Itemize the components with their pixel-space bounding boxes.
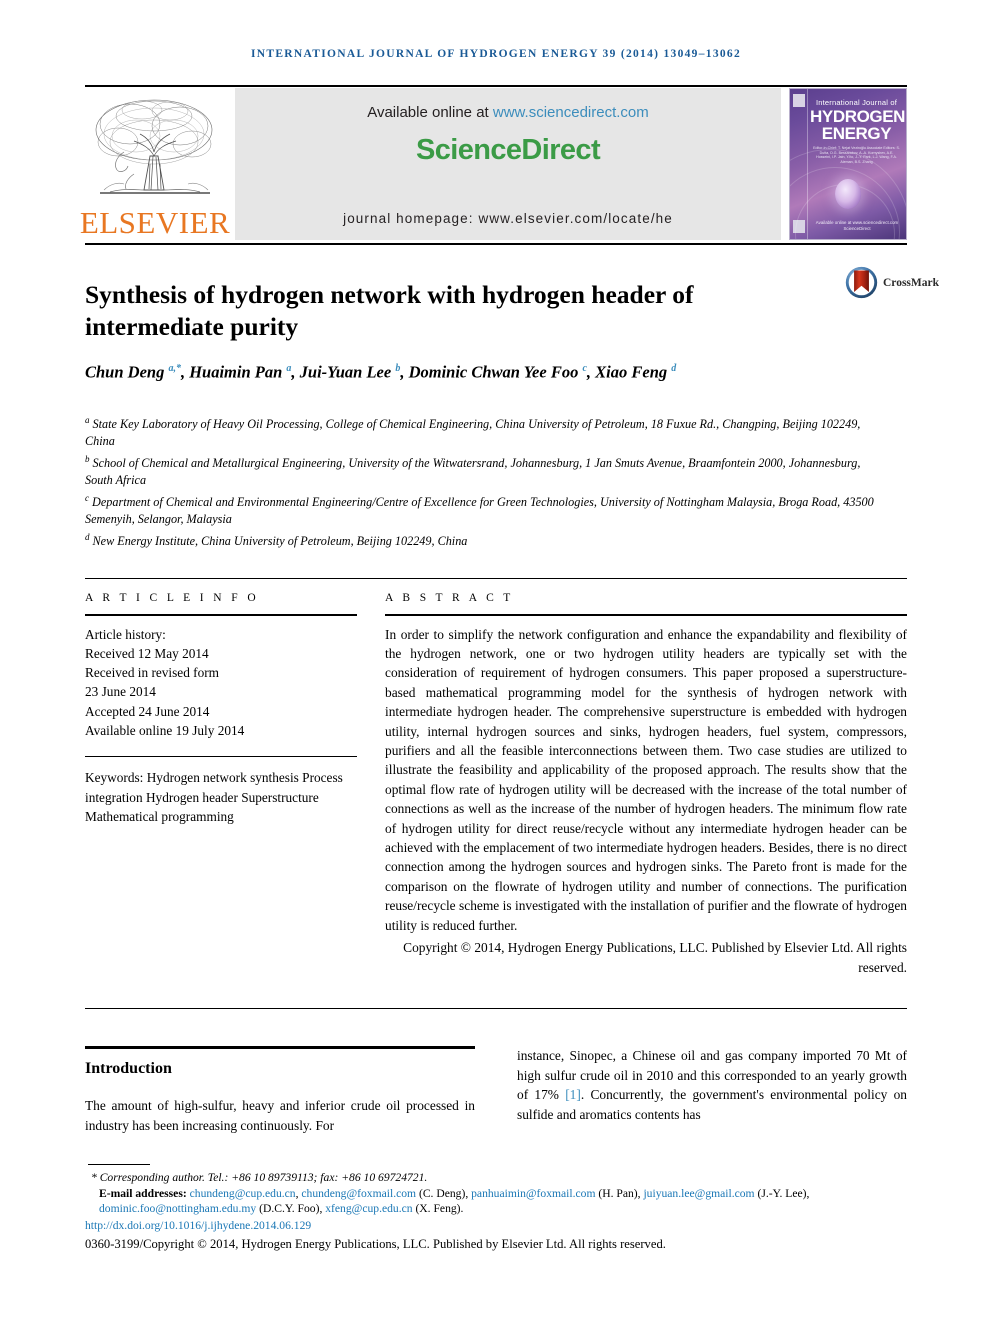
- sciencedirect-wordmark: ScienceDirect: [415, 134, 601, 166]
- abstract-section: A B S T R A C T In order to simplify the…: [385, 592, 907, 977]
- doi-link[interactable]: http://dx.doi.org/10.1016/j.ijhydene.201…: [85, 1218, 907, 1234]
- masthead: ELSEVIER Available online at www.science…: [80, 88, 907, 240]
- journal-cover-thumbnail: International Journal of HYDROGEN ENERGY…: [789, 88, 907, 240]
- footnote-block: * Corresponding author. Tel.: +86 10 897…: [85, 1170, 907, 1253]
- history-accepted: Accepted 24 June 2014: [85, 703, 210, 719]
- article-history-label: Article history:: [85, 626, 166, 642]
- article-info-rule: [85, 614, 357, 616]
- elsevier-tree-icon: [95, 99, 213, 194]
- abstract-rule: [385, 614, 907, 616]
- affiliation-b: b School of Chemical and Metallurgical E…: [85, 453, 861, 488]
- affiliation-a: a State Key Laboratory of Heavy Oil Proc…: [85, 415, 861, 449]
- body-column-right: instance, Sinopec, a Chinese oil and gas…: [517, 1046, 907, 1124]
- article-history-block: Article history: Received 12 May 2014 Re…: [85, 625, 357, 741]
- history-revised-date: 23 June 2014: [85, 684, 156, 700]
- cover-sciencedirect-note: Available online at www.sciencedirect.co…: [815, 220, 899, 231]
- masthead-bottom-rule: [85, 243, 907, 245]
- cover-elsevier-mark-icon: [793, 94, 805, 107]
- crossmark-badge[interactable]: CrossMark: [845, 266, 939, 299]
- keywords-block: Keywords: Hydrogen network synthesis Pro…: [85, 768, 357, 826]
- keywords-rule: [85, 756, 357, 758]
- introduction-paragraph-right: instance, Sinopec, a Chinese oil and gas…: [517, 1046, 907, 1124]
- crossmark-label: CrossMark: [883, 276, 940, 289]
- sciencedirect-banner: Available online at www.sciencedirect.co…: [235, 88, 781, 240]
- affiliation-list: a State Key Laboratory of Heavy Oil Proc…: [85, 412, 875, 550]
- sciencedirect-url-link[interactable]: www.sciencedirect.com: [493, 104, 649, 121]
- crossmark-icon: [845, 266, 878, 299]
- elsevier-wordmark: ELSEVIER: [79, 205, 231, 240]
- email-addresses-label: E-mail addresses:: [99, 1186, 187, 1200]
- issn-copyright-line: 0360-3199/Copyright © 2014, Hydrogen Ene…: [85, 1237, 666, 1252]
- running-head: INTERNATIONAL JOURNAL OF HYDROGEN ENERGY…: [250, 48, 742, 60]
- introduction-heading: Introduction: [85, 1060, 172, 1077]
- keyword-item: Superstructure: [241, 789, 319, 805]
- paper-page: INTERNATIONAL JOURNAL OF HYDROGEN ENERGY…: [0, 0, 992, 1323]
- cover-editors-text: Editor-in-Chief: T. Nejat Veziroğlu Asso…: [813, 146, 900, 164]
- info-section-top-rule: [85, 578, 907, 579]
- abstract-copyright: Copyright © 2014, Hydrogen Energy Public…: [403, 940, 907, 975]
- email-addresses-line: E-mail addresses: chundeng@cup.edu.cn, c…: [85, 1186, 907, 1217]
- citation-link-1[interactable]: [1]: [565, 1087, 581, 1102]
- history-revised-label: Received in revised form: [85, 665, 220, 681]
- corresponding-author-note: * Corresponding author. Tel.: +86 10 897…: [91, 1171, 428, 1184]
- body-column-left: Introduction The amount of high-sulfur, …: [85, 1046, 475, 1135]
- abstract-bottom-rule: [85, 1008, 907, 1009]
- abstract-heading: A B S T R A C T: [385, 592, 514, 604]
- introduction-paragraph-left: The amount of high-sulfur, heavy and inf…: [85, 1098, 475, 1133]
- available-online-text: Available online at: [367, 104, 493, 121]
- available-online-line: Available online at www.sciencedirect.co…: [367, 104, 649, 121]
- elsevier-logo: ELSEVIER: [80, 88, 230, 240]
- abstract-body: In order to simplify the network configu…: [385, 626, 907, 933]
- journal-homepage-line[interactable]: journal homepage: www.elsevier.com/locat…: [235, 211, 781, 226]
- history-received: Received 12 May 2014: [85, 645, 209, 661]
- keywords-label: Keywords:: [85, 770, 144, 786]
- history-available-online: Available online 19 July 2014: [85, 723, 245, 739]
- cover-title-hydrogen: HYDROGEN: [810, 107, 906, 126]
- article-info-heading: A R T I C L E I N F O: [85, 592, 260, 604]
- keyword-item: Hydrogen header: [145, 789, 238, 805]
- header-rule: [85, 85, 907, 87]
- page-title: Synthesis of hydrogen network with hydro…: [85, 280, 694, 342]
- affiliation-d: d New Energy Institute, China University…: [85, 531, 468, 548]
- introduction-rule: [85, 1046, 475, 1049]
- article-info-section: A R T I C L E I N F O Article history: R…: [85, 592, 357, 826]
- keyword-item: Mathematical programming: [85, 808, 234, 824]
- email-addresses-values[interactable]: chundeng@cup.edu.cn, chundeng@foxmail.co…: [99, 1187, 809, 1216]
- author-list: Chun Deng a,*, Huaimin Pan a, Jui-Yuan L…: [85, 362, 677, 382]
- affiliation-c: c Department of Chemical and Environment…: [85, 492, 874, 527]
- footnote-separator-rule: [88, 1164, 150, 1165]
- cover-orb-graphic: [835, 179, 861, 209]
- cover-title-small: International Journal of: [815, 98, 898, 107]
- cover-title-energy: ENERGY: [821, 124, 892, 143]
- cover-title-large: HYDROGEN ENERGY: [810, 107, 906, 143]
- keyword-item: Hydrogen network synthesis: [146, 770, 299, 786]
